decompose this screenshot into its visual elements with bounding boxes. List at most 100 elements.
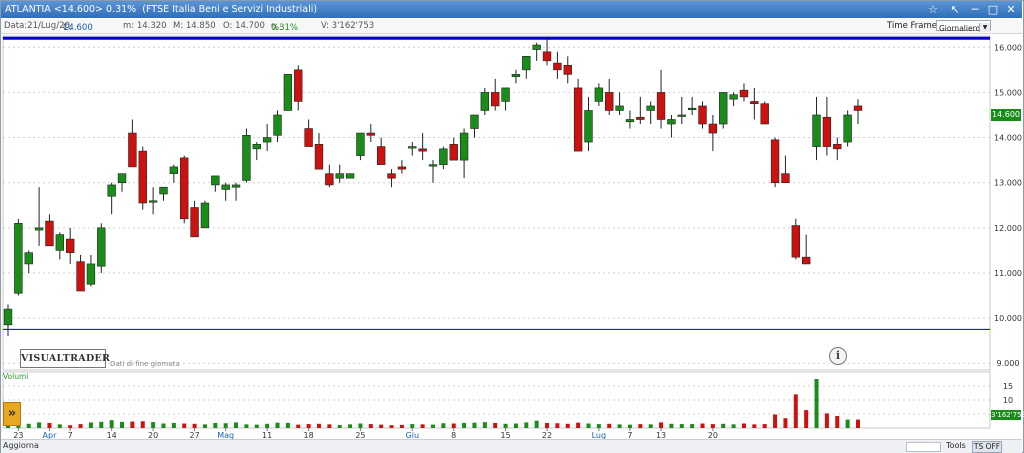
candle-body xyxy=(314,144,324,170)
candle-body xyxy=(470,114,479,129)
candle-body xyxy=(180,157,189,220)
candle-body xyxy=(397,166,407,170)
volume-bar xyxy=(47,422,52,428)
volume-bar xyxy=(472,422,477,428)
volume-bar xyxy=(741,423,746,428)
volume-bar xyxy=(773,414,778,428)
candle-body xyxy=(387,173,396,179)
candle-body xyxy=(325,173,334,186)
volume-bar xyxy=(420,424,425,428)
volume-bar xyxy=(337,424,342,428)
volume-pane xyxy=(2,371,991,429)
price-tick-label: 12.000 xyxy=(994,224,1022,233)
volume-bar xyxy=(513,423,518,428)
volume-bar xyxy=(140,421,145,428)
candle-body xyxy=(252,144,261,150)
candle-body xyxy=(573,87,583,152)
volume-bar xyxy=(234,422,239,428)
candle-body xyxy=(822,116,832,147)
volume-bar xyxy=(223,423,228,428)
candle-body xyxy=(739,89,749,98)
candle-body xyxy=(459,132,469,161)
candle-body xyxy=(522,56,531,71)
volume-bar xyxy=(451,423,456,428)
candle-body xyxy=(584,110,593,143)
volume-bar xyxy=(389,425,394,428)
candle-body xyxy=(833,144,842,150)
volume-bar xyxy=(690,424,695,428)
candle-body xyxy=(687,107,697,111)
price-chart[interactable]: 16.000 15.000 14.000 13.000 12.000 11.000 10.0… xyxy=(0,0,1024,453)
candle-body xyxy=(501,87,510,102)
candle-body xyxy=(439,148,448,165)
volume-bar xyxy=(555,423,560,428)
candle-body xyxy=(698,105,707,125)
volume-bar xyxy=(824,413,829,428)
volume-bar xyxy=(627,424,632,428)
candle-body xyxy=(86,263,96,285)
candle-body xyxy=(708,123,718,134)
candle-body xyxy=(677,114,686,117)
candle-body xyxy=(242,134,251,181)
volume-bar xyxy=(192,423,197,428)
candle-body xyxy=(148,200,158,203)
volume-bar xyxy=(814,379,819,428)
volume-bar xyxy=(617,424,622,428)
eod-note: Dati di fine giornata xyxy=(110,360,180,368)
candle-body xyxy=(781,173,790,183)
volume-bar xyxy=(783,418,788,428)
volume-bar xyxy=(804,410,809,428)
candle-body xyxy=(760,103,769,125)
volume-bar xyxy=(545,422,550,428)
scrollbar[interactable] xyxy=(906,442,941,452)
candle-body xyxy=(14,223,23,294)
candle-body xyxy=(283,74,293,111)
volume-bar xyxy=(399,424,404,428)
candle-body xyxy=(366,132,375,136)
volume-bar xyxy=(441,423,446,428)
volume-bar xyxy=(109,420,114,428)
candle-body xyxy=(376,146,386,165)
candle-body xyxy=(750,101,759,105)
candle-body xyxy=(3,308,13,326)
price-pane xyxy=(2,35,991,371)
candle-body xyxy=(24,252,33,265)
price-tick-label: 9.000 xyxy=(997,359,1020,368)
visualtrader-logo: VISUALTRADER xyxy=(20,349,110,368)
candle-body xyxy=(636,116,645,120)
volume-bar xyxy=(410,424,415,428)
candle-body xyxy=(853,105,863,111)
price-tick-label: 14.000 xyxy=(994,134,1022,143)
info-icon[interactable]: i xyxy=(829,347,847,365)
volume-bar xyxy=(679,424,684,428)
volume-bar xyxy=(845,419,850,428)
price-tick-label: 15.000 xyxy=(994,88,1022,97)
volume-bar xyxy=(88,422,93,428)
volume-bar xyxy=(265,423,270,428)
volume-bar xyxy=(752,424,757,428)
chevron-right-icon[interactable]: » xyxy=(3,402,21,426)
volume-bar xyxy=(26,423,31,428)
volume-label: Volumi xyxy=(3,372,29,381)
volume-tick-label: 10 xyxy=(1003,396,1013,405)
volume-bar xyxy=(37,422,42,428)
volume-bar xyxy=(607,423,612,428)
candle-body xyxy=(408,146,417,149)
tools-button[interactable]: Tools xyxy=(942,441,970,451)
volume-bar xyxy=(161,423,166,428)
ts-off-button[interactable]: TS OFF xyxy=(972,441,1002,453)
volume-bar xyxy=(316,423,321,428)
volume-tag: 3'162'753 xyxy=(991,410,1024,420)
volume-bar xyxy=(213,422,218,428)
candle-body xyxy=(542,51,552,62)
volume-bar xyxy=(762,424,767,428)
candle-body xyxy=(45,220,54,247)
candle-body xyxy=(66,238,75,253)
candle-body xyxy=(770,139,780,183)
candle-body xyxy=(304,128,313,147)
volume-bar xyxy=(358,423,363,428)
candle-body xyxy=(34,227,44,231)
aggiorna-button[interactable]: Aggiorna xyxy=(3,441,39,450)
candle-body xyxy=(625,119,635,123)
candle-body xyxy=(563,65,572,75)
